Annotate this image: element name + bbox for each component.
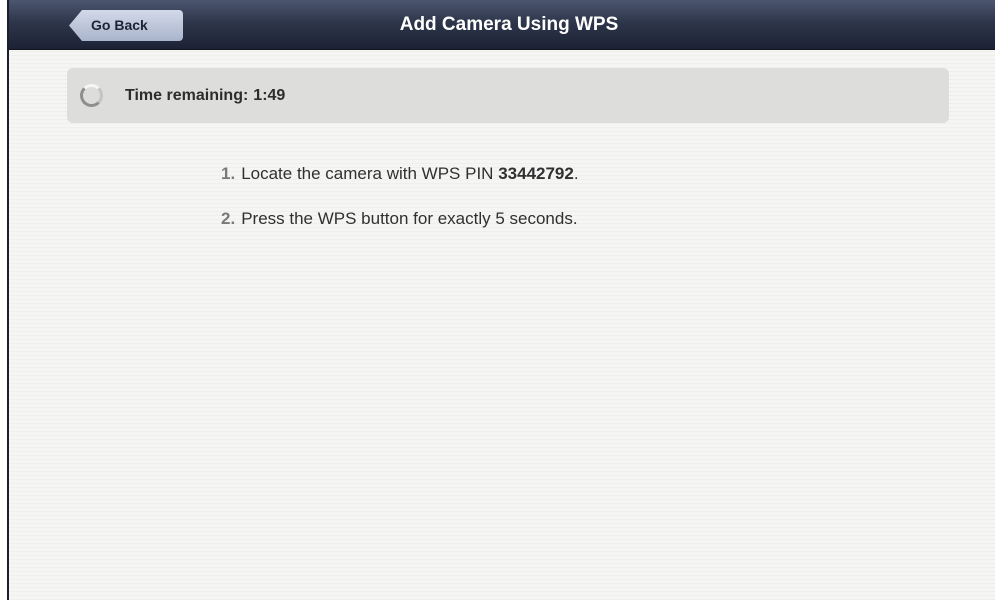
step-text: Press the WPS button for exactly 5 secon…: [241, 209, 578, 228]
step-text-end: .: [573, 164, 579, 183]
go-back-button[interactable]: Go Back: [69, 10, 183, 41]
instruction-step-1: 1. Locate the camera with WPS PIN 3344279…: [221, 163, 579, 185]
wps-pin: 33442792: [498, 164, 574, 183]
timer-text: Time remaining: 1:49: [125, 68, 285, 123]
timer-panel: Time remaining: 1:49: [67, 68, 949, 123]
app-window: Go Back Add Camera Using WPS Time remain…: [7, 0, 995, 600]
spinner-icon: [80, 84, 103, 107]
step-text: Locate the camera with WPS PIN: [241, 164, 494, 183]
instruction-step-2: 2. Press the WPS button for exactly 5 sec…: [221, 208, 579, 230]
timer-value: 1:49: [253, 87, 286, 104]
step-number: 2.: [221, 209, 236, 228]
page-title: Add Camera Using WPS: [399, 14, 619, 35]
instruction-list: 1. Locate the camera with WPS PIN 3344279…: [221, 163, 579, 253]
navigation-bar: Go Back Add Camera Using WPS: [9, 0, 995, 50]
step-number: 1.: [221, 164, 236, 183]
timer-label: Time remaining:: [125, 87, 249, 104]
